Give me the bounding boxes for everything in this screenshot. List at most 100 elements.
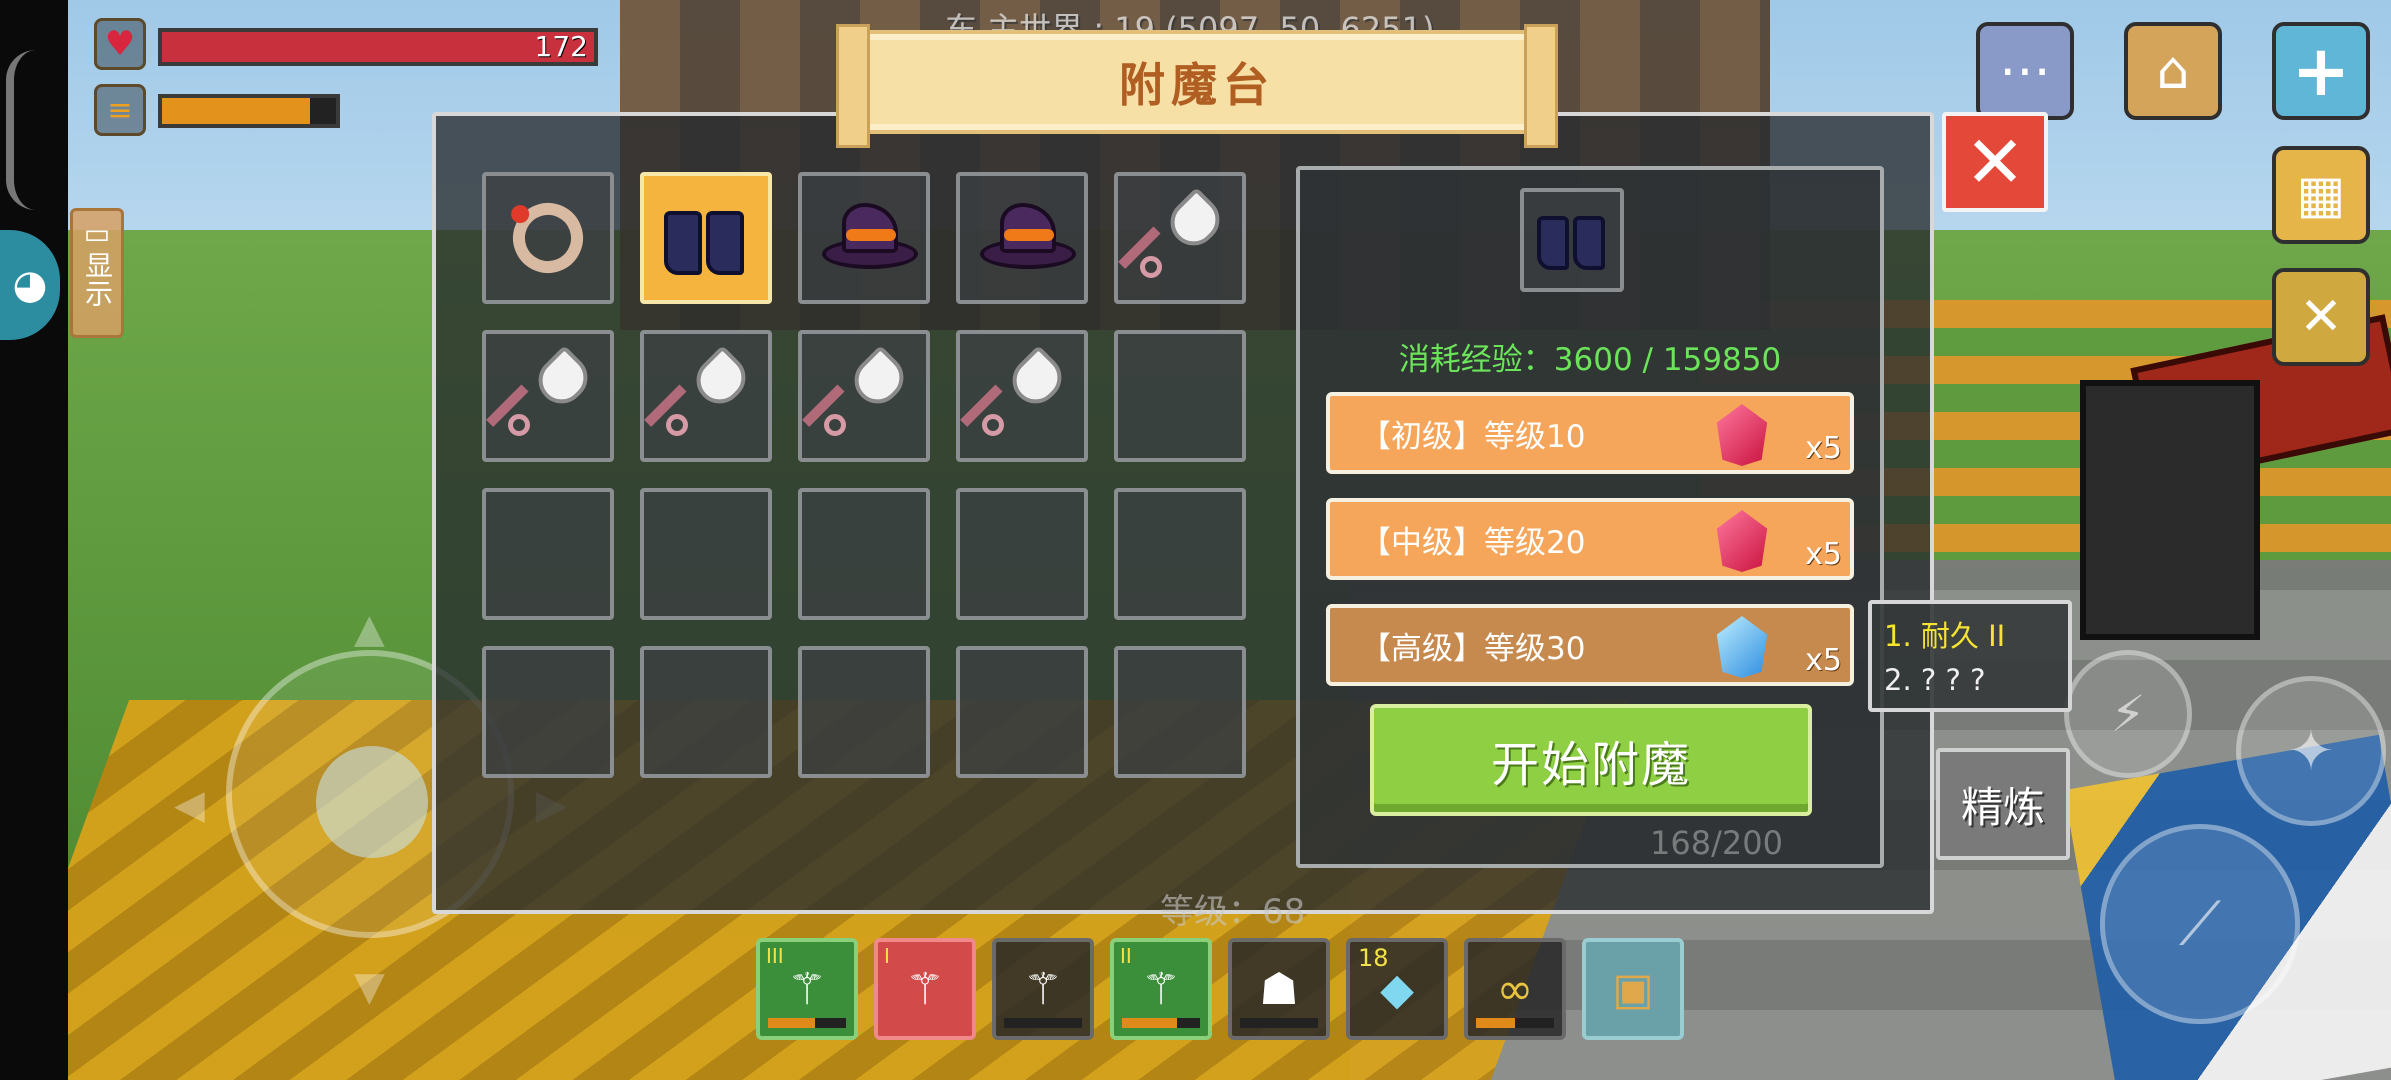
tier-intermediate-button[interactable]: 【中级】等级20 x5 <box>1326 498 1854 580</box>
background-level-text: 等级：68 <box>1160 892 1306 932</box>
blocks-button[interactable]: ▦ <box>2272 146 2370 244</box>
inventory-slot[interactable] <box>798 172 930 304</box>
burst-icon: ✦ <box>2287 718 2335 784</box>
hotbar-slot[interactable]: I ⚚ <box>874 938 976 1040</box>
inventory-slot[interactable] <box>482 330 614 462</box>
gem-count: x5 <box>1805 643 1842 678</box>
heart-icon: ♥ <box>94 18 146 70</box>
shop-icon: ⌂ <box>2156 41 2190 101</box>
blocks-icon: ▦ <box>2296 165 2346 225</box>
inventory-slot-empty[interactable] <box>956 646 1088 778</box>
joystick-down-arrow-icon: ▼ <box>354 964 385 1010</box>
health-value: 172 <box>534 30 588 63</box>
start-enchant-button[interactable]: 开始附魔 <box>1370 704 1812 816</box>
shop-button[interactable]: ⌂ <box>2124 22 2222 120</box>
inventory-slot-empty[interactable] <box>798 646 930 778</box>
show-button-label: 显示 <box>81 251 114 307</box>
blue-crystal-icon <box>1716 616 1768 678</box>
inventory-slot[interactable] <box>798 330 930 462</box>
staff-icon: ⚚ <box>787 963 827 1015</box>
joystick-left-arrow-icon: ◀ <box>174 782 205 828</box>
hunger-fill <box>162 98 310 124</box>
shovel-icon <box>802 345 913 438</box>
swipe-handle[interactable] <box>6 50 36 210</box>
inventory-slot[interactable] <box>482 172 614 304</box>
backpack-button[interactable]: ▣ <box>1582 938 1684 1040</box>
attack-icon: ⟋ <box>2179 889 2221 959</box>
background-count-text: 168/200 <box>1650 824 1783 862</box>
tooltip-line-1: 1. 耐久 II <box>1884 619 2006 653</box>
ring-icon <box>503 193 593 283</box>
durability-bar <box>1476 1018 1554 1028</box>
special-button[interactable]: ✦ <box>2236 676 2386 826</box>
hotbar-slot[interactable]: II ⚚ <box>1110 938 1212 1040</box>
tier-advanced-button[interactable]: 【高级】等级30 x5 <box>1326 604 1854 686</box>
durability-bar <box>1122 1018 1200 1028</box>
inventory-slot[interactable] <box>1114 172 1246 304</box>
hotbar-slot[interactable]: ☗ <box>1228 938 1330 1040</box>
durability-bar <box>1004 1018 1082 1028</box>
red-crystal-icon <box>1716 404 1768 466</box>
backpack-icon: ▣ <box>1612 963 1654 1015</box>
enchant-target-slot[interactable] <box>1520 188 1624 292</box>
shovel-icon <box>1118 187 1229 280</box>
gem-count: x5 <box>1805 431 1842 466</box>
chat-bubble-icon: ▭ <box>83 217 111 250</box>
item-tier-badge: II <box>1120 944 1132 968</box>
gem-count: x5 <box>1805 537 1842 572</box>
inventory-slot-empty[interactable] <box>798 488 930 620</box>
close-icon: ✕ <box>1964 120 2026 204</box>
shovel-icon <box>486 345 597 438</box>
health-fill <box>162 32 594 62</box>
inventory-grid <box>482 172 1246 778</box>
inventory-slot-empty[interactable] <box>640 646 772 778</box>
staff-icon: ⚚ <box>1023 963 1063 1015</box>
xp-cost: 消耗经验：3600 / 159850 <box>1398 342 1782 378</box>
inventory-slot-empty[interactable] <box>640 488 772 620</box>
durability-bar <box>768 1018 846 1028</box>
inventory-slot-empty[interactable] <box>956 488 1088 620</box>
durability-bar <box>1240 1018 1318 1028</box>
wizard-hat-icon <box>980 196 1076 280</box>
tier-basic-button[interactable]: 【初级】等级10 x5 <box>1326 392 1854 474</box>
inventory-slot-selected[interactable] <box>640 172 772 304</box>
health-bar: 172 <box>158 28 598 66</box>
skill-button[interactable]: ⚡ <box>2064 650 2192 778</box>
plus-button[interactable]: + <box>2272 22 2370 120</box>
swords-button[interactable]: ✕ <box>2272 268 2370 366</box>
inventory-slot-empty[interactable] <box>1114 330 1246 462</box>
joystick-knob[interactable] <box>316 746 428 858</box>
hotbar-slot[interactable]: 18 ◆ <box>1346 938 1448 1040</box>
inventory-slot[interactable] <box>956 330 1088 462</box>
panel-title-bar: 附魔台 <box>836 24 1558 148</box>
enchant-preview-tooltip: 1. 耐久 II 2. ? ? ? <box>1868 600 2072 712</box>
inventory-slot[interactable] <box>640 330 772 462</box>
inventory-slot-empty[interactable] <box>482 488 614 620</box>
close-button[interactable]: ✕ <box>1942 112 2048 212</box>
shovel-icon <box>644 345 755 438</box>
inventory-slot[interactable] <box>956 172 1088 304</box>
tier-label: 【高级】等级30 <box>1360 630 1586 667</box>
item-tier-badge: III <box>766 944 784 968</box>
goggles-icon: ∞ <box>1496 963 1534 1015</box>
hotbar: III ⚚ I ⚚ ⚚ II ⚚ ☗ 18 ◆ ∞ ▣ <box>756 938 1684 1040</box>
plus-icon: + <box>2291 30 2351 112</box>
show-button[interactable]: ▭ 显示 <box>70 208 124 338</box>
panel-title: 附魔台 <box>1119 58 1275 112</box>
hotbar-slot[interactable]: ∞ <box>1464 938 1566 1040</box>
hotbar-slot[interactable]: III ⚚ <box>756 938 858 1040</box>
inventory-slot-empty[interactable] <box>482 646 614 778</box>
attack-button[interactable]: ⟋ <box>2100 824 2300 1024</box>
hotbar-slot[interactable]: ⚚ <box>992 938 1094 1040</box>
tooltip-line-2: 2. ? ? ? <box>1884 663 1986 697</box>
inventory-slot-empty[interactable] <box>1114 488 1246 620</box>
tier-label: 【中级】等级20 <box>1360 524 1586 561</box>
item-tier-badge: I <box>884 944 890 968</box>
refine-button[interactable]: 精炼 <box>1936 748 2070 860</box>
chat-button[interactable]: ⋯ <box>1976 22 2074 120</box>
inventory-slot-empty[interactable] <box>1114 646 1246 778</box>
red-crystal-icon <box>1716 510 1768 572</box>
tier-label: 【初级】等级10 <box>1360 418 1586 455</box>
cape-icon: ☗ <box>1259 963 1299 1015</box>
dark-pedestal <box>2080 380 2260 640</box>
